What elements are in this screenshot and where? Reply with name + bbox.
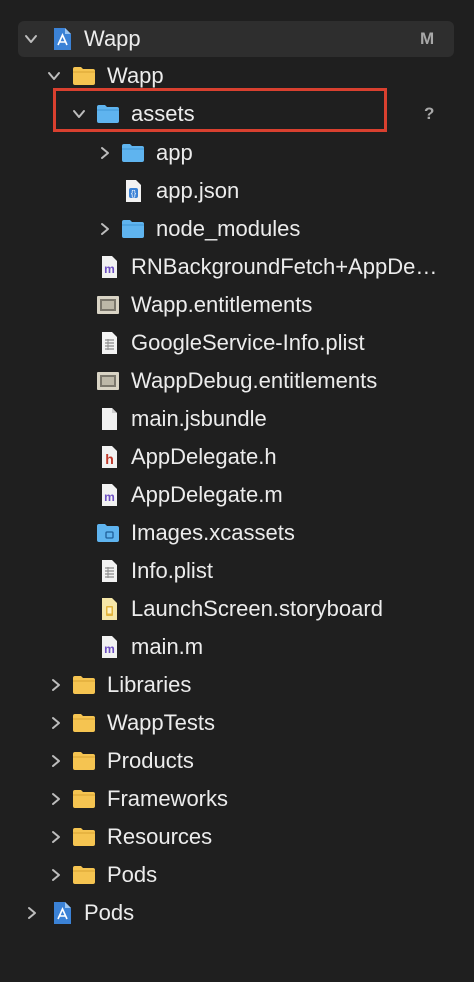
chevron-right-icon[interactable] bbox=[25, 906, 39, 920]
folder-icon bbox=[72, 863, 96, 887]
tree-row-label: Images.xcassets bbox=[131, 520, 295, 545]
objc-m-file-icon: m bbox=[97, 635, 121, 659]
tree-row-label: Pods bbox=[84, 900, 135, 925]
folder-icon bbox=[72, 825, 96, 849]
tree-row-label: AppDelegate.h bbox=[131, 444, 277, 469]
svg-text:m: m bbox=[104, 642, 115, 656]
chevron-down-icon[interactable] bbox=[47, 69, 61, 83]
tree-row-file[interactable]: GoogleService-Info.plist bbox=[0, 324, 474, 362]
folder-icon bbox=[72, 64, 96, 88]
tree-row-pods-project[interactable]: Pods bbox=[0, 894, 474, 932]
tree-row-label: Frameworks bbox=[107, 786, 229, 811]
chevron-down-icon[interactable] bbox=[24, 32, 38, 46]
objc-m-file-icon: m bbox=[97, 255, 121, 279]
svg-text:m: m bbox=[104, 490, 115, 504]
folder-icon bbox=[121, 141, 145, 165]
plist-file-icon bbox=[97, 331, 121, 355]
folder-icon bbox=[72, 787, 96, 811]
tree-row-group-wapptests[interactable]: WappTests bbox=[0, 704, 474, 742]
json-file-icon: {} bbox=[121, 179, 145, 203]
project-navigator: Wapp M Wapp assets ? app {} app.json nod… bbox=[0, 0, 474, 982]
chevron-right-icon[interactable] bbox=[49, 830, 63, 844]
svg-text:h: h bbox=[105, 451, 114, 467]
folder-icon bbox=[72, 749, 96, 773]
tree-row-group-libraries[interactable]: Libraries bbox=[0, 666, 474, 704]
tree-row-label: main.jsbundle bbox=[131, 406, 267, 431]
header-file-icon: h bbox=[97, 445, 121, 469]
tree-row-file[interactable]: h AppDelegate.h bbox=[0, 438, 474, 476]
tree-row-file[interactable]: m main.m bbox=[0, 628, 474, 666]
chevron-right-icon[interactable] bbox=[98, 222, 112, 236]
tree-row-label: Info.plist bbox=[131, 558, 213, 583]
chevron-right-icon[interactable] bbox=[49, 716, 63, 730]
tree-row-file[interactable]: Wapp.entitlements bbox=[0, 286, 474, 324]
folder-icon bbox=[121, 217, 145, 241]
tree-row-label: AppDelegate.m bbox=[131, 482, 283, 507]
storyboard-file-icon bbox=[97, 597, 121, 621]
asset-catalog-icon bbox=[96, 521, 120, 545]
tree-row-label: Libraries bbox=[107, 672, 192, 697]
tree-row-group-resources[interactable]: Resources bbox=[0, 818, 474, 856]
tree-row-wapp-project[interactable]: Wapp M bbox=[0, 20, 474, 58]
tree-row-label: node_modules bbox=[156, 216, 301, 241]
tree-row-node-modules[interactable]: node_modules bbox=[0, 210, 474, 248]
svg-text:m: m bbox=[104, 262, 115, 276]
svg-text:{}: {} bbox=[131, 189, 137, 198]
tree-row-file[interactable]: Info.plist bbox=[0, 552, 474, 590]
tree-row-app-json[interactable]: {} app.json bbox=[0, 172, 474, 210]
plist-file-icon bbox=[97, 559, 121, 583]
objc-m-file-icon: m bbox=[97, 483, 121, 507]
tree-row-label: app bbox=[156, 140, 193, 165]
tree-row-label: RNBackgroundFetch+AppDelegate.m bbox=[131, 254, 441, 279]
tree-row-label: WappTests bbox=[107, 710, 216, 735]
folder-icon bbox=[72, 673, 96, 697]
tree-row-label: app.json bbox=[156, 178, 240, 203]
tree-row-file[interactable]: m AppDelegate.m bbox=[0, 476, 474, 514]
tree-row-label: Wapp bbox=[84, 26, 141, 51]
tree-row-label: main.m bbox=[131, 634, 204, 659]
file-icon bbox=[97, 407, 121, 431]
tree-row-label: WappDebug.entitlements bbox=[131, 368, 378, 393]
tree-row-label: Resources bbox=[107, 824, 213, 849]
chevron-right-icon[interactable] bbox=[49, 754, 63, 768]
tree-row-label: Products bbox=[107, 748, 194, 773]
chevron-right-icon[interactable] bbox=[49, 678, 63, 692]
tree-row-group-pods[interactable]: Pods bbox=[0, 856, 474, 894]
tree-row-file[interactable]: Images.xcassets bbox=[0, 514, 474, 552]
chevron-right-icon[interactable] bbox=[98, 146, 112, 160]
source-control-badge: M bbox=[420, 29, 435, 48]
tree-row-label: Pods bbox=[107, 862, 158, 887]
tree-row-app[interactable]: app bbox=[0, 134, 474, 172]
xcode-project-icon bbox=[50, 901, 74, 925]
untracked-badge: ? bbox=[424, 104, 435, 123]
tree-row-file[interactable]: WappDebug.entitlements bbox=[0, 362, 474, 400]
chevron-right-icon[interactable] bbox=[49, 792, 63, 806]
tree-row-group-products[interactable]: Products bbox=[0, 742, 474, 780]
tree-row-file[interactable]: main.jsbundle bbox=[0, 400, 474, 438]
tree-row-file[interactable]: LaunchScreen.storyboard bbox=[0, 590, 474, 628]
tree-row-file[interactable]: m RNBackgroundFetch+AppDelegate.m bbox=[0, 248, 474, 286]
entitlements-file-icon bbox=[96, 369, 120, 393]
tree-row-label: GoogleService-Info.plist bbox=[131, 330, 365, 355]
entitlements-file-icon bbox=[96, 293, 120, 317]
tree-row-label: Wapp.entitlements bbox=[131, 292, 313, 317]
chevron-right-icon[interactable] bbox=[49, 868, 63, 882]
tree-row-label: LaunchScreen.storyboard bbox=[131, 596, 383, 621]
folder-icon bbox=[72, 711, 96, 735]
xcode-project-icon bbox=[50, 27, 74, 51]
annotation-highlight-box bbox=[53, 88, 387, 132]
tree-row-group-frameworks[interactable]: Frameworks bbox=[0, 780, 474, 818]
